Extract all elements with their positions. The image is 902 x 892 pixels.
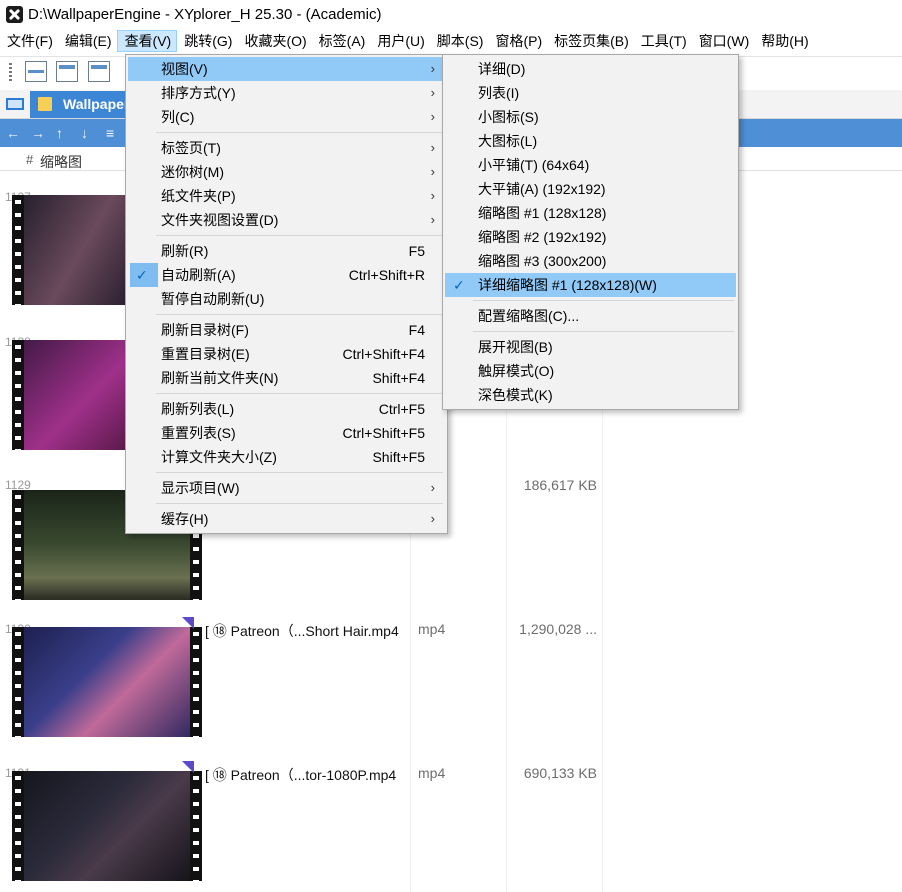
- video-thumbnail[interactable]: [12, 771, 202, 881]
- view-submenu: 详细(D) 列表(I) 小图标(S) 大图标(L) 小平铺(T) (64x64)…: [442, 54, 739, 410]
- check-icon: ✓: [453, 277, 465, 293]
- view-option-thumbnails-3[interactable]: 缩略图 #3 (300x200): [445, 249, 736, 273]
- check-icon: ✓: [136, 267, 148, 283]
- window-title: D:\WallpaperEngine - XYplorer_H 25.30 - …: [28, 6, 382, 23]
- view-option-list[interactable]: 列表(I): [445, 81, 736, 105]
- view-menu-item-auto-refresh[interactable]: ✓ 自动刷新(A) Ctrl+Shift+R: [128, 263, 445, 287]
- view-menu-item-pause-auto-refresh[interactable]: 暂停自动刷新(U): [128, 287, 445, 311]
- view-option-dark-mode[interactable]: 深色模式(K): [445, 383, 736, 407]
- title-bar: D:\WallpaperEngine - XYplorer_H 25.30 - …: [0, 0, 902, 30]
- view-option-small-icons[interactable]: 小图标(S): [445, 105, 736, 129]
- view-menu-item-reset-tree[interactable]: 重置目录树(E) Ctrl+Shift+F4: [128, 342, 445, 366]
- layout-single-pane-button[interactable]: [25, 61, 47, 82]
- view-menu: 视图(V) › 排序方式(Y) › 列(C) › 标签页(T) › 迷你树(M) › 纸文…: [125, 54, 448, 534]
- view-menu-item-refresh-tree[interactable]: 刷新目录树(F) F4: [128, 318, 445, 342]
- view-option-large-tiles[interactable]: 大平铺(A) (192x192): [445, 177, 736, 201]
- view-menu-item-calc-folder-size[interactable]: 计算文件夹大小(Z) Shift+F5: [128, 445, 445, 469]
- menu-view[interactable]: 查看(V): [116, 30, 178, 52]
- view-menu-item-folder-view-settings[interactable]: 文件夹视图设置(D) ›: [128, 208, 445, 232]
- layout-tree-pane-button[interactable]: [56, 61, 78, 82]
- menu-favorites[interactable]: 收藏夹(O): [237, 30, 311, 52]
- file-name[interactable]: [ ⑱ Patreon（...tor-1080P.mp4: [205, 765, 396, 785]
- view-menu-item-sort[interactable]: 排序方式(Y) ›: [128, 81, 445, 105]
- layout-dual-pane-button[interactable]: [88, 61, 110, 82]
- menu-edit[interactable]: 编辑(E): [58, 30, 117, 52]
- view-option-expanded-view[interactable]: 展开视图(B): [445, 335, 736, 359]
- menu-tabsets[interactable]: 标签页集(B): [547, 30, 634, 52]
- up-arrow-icon[interactable]: ↑: [56, 125, 63, 141]
- view-menu-item-reset-list[interactable]: 重置列表(S) Ctrl+Shift+F5: [128, 421, 445, 445]
- corner-marker-icon: [182, 761, 194, 773]
- view-menu-item-cache[interactable]: 缓存(H) ›: [128, 507, 445, 531]
- menu-tags[interactable]: 标签(A): [312, 30, 371, 52]
- view-option-large-icons[interactable]: 大图标(L): [445, 129, 736, 153]
- hamburger-menu-icon[interactable]: ≡: [106, 125, 114, 141]
- menu-user[interactable]: 用户(U): [370, 30, 429, 52]
- down-arrow-icon[interactable]: ↓: [81, 125, 88, 141]
- column-header-thumbnail[interactable]: 缩略图: [40, 152, 82, 172]
- menu-panes[interactable]: 窗格(P): [488, 30, 547, 52]
- view-menu-item-columns[interactable]: 列(C) ›: [128, 105, 445, 129]
- view-option-details[interactable]: 详细(D): [445, 57, 736, 81]
- menu-go[interactable]: 跳转(G): [177, 30, 237, 52]
- view-option-small-tiles[interactable]: 小平铺(T) (64x64): [445, 153, 736, 177]
- view-menu-item-paper-folders[interactable]: 纸文件夹(P) ›: [128, 184, 445, 208]
- view-menu-item-refresh[interactable]: 刷新(R) F5: [128, 239, 445, 263]
- folder-icon: [38, 97, 52, 111]
- view-menu-item-tabs[interactable]: 标签页(T) ›: [128, 136, 445, 160]
- menu-bar: 文件(F) 编辑(E) 查看(V) 跳转(G) 收藏夹(O) 标签(A) 用户(…: [0, 30, 902, 54]
- view-menu-item-minitree[interactable]: 迷你树(M) ›: [128, 160, 445, 184]
- xyplorer-logo-icon: [6, 6, 23, 23]
- menu-file[interactable]: 文件(F): [0, 30, 58, 52]
- view-menu-item-show-items[interactable]: 显示项目(W) ›: [128, 476, 445, 500]
- view-option-thumbnails-2[interactable]: 缩略图 #2 (192x192): [445, 225, 736, 249]
- monitor-icon[interactable]: [6, 98, 24, 110]
- file-type: mp4: [418, 621, 446, 637]
- view-option-touch-mode[interactable]: 触屏模式(O): [445, 359, 736, 383]
- column-header-index[interactable]: #: [26, 152, 33, 167]
- file-type: mp4: [418, 765, 446, 781]
- tab-wallpaper[interactable]: Wallpaper: [30, 91, 130, 118]
- back-arrow-icon[interactable]: ←: [6, 125, 20, 141]
- file-size: 186,617 KB: [523, 477, 597, 493]
- menu-script[interactable]: 脚本(S): [430, 30, 489, 52]
- view-menu-item-refresh-current-folder[interactable]: 刷新当前文件夹(N) Shift+F4: [128, 366, 445, 390]
- view-option-thumbnails-1[interactable]: 缩略图 #1 (128x128): [445, 201, 736, 225]
- toolbar-grip[interactable]: [9, 63, 12, 81]
- view-menu-item-refresh-list[interactable]: 刷新列表(L) Ctrl+F5: [128, 397, 445, 421]
- menu-help[interactable]: 帮助(H): [754, 30, 813, 52]
- tab-label: Wallpaper: [63, 96, 130, 112]
- view-option-details-thumbnails-1[interactable]: ✓ 详细缩略图 #1 (128x128)(W): [445, 273, 736, 297]
- corner-marker-icon: [182, 617, 194, 629]
- file-size: 1,290,028 ...: [519, 621, 597, 637]
- view-menu-item-view[interactable]: 视图(V) ›: [128, 57, 445, 81]
- menu-window[interactable]: 窗口(W): [692, 30, 755, 52]
- view-option-configure-thumbnails[interactable]: 配置缩略图(C)...: [445, 304, 736, 328]
- file-size: 690,133 KB: [523, 765, 597, 781]
- file-name[interactable]: [ ⑱ Patreon（...Short Hair.mp4: [205, 621, 399, 641]
- forward-arrow-icon[interactable]: →: [31, 125, 45, 141]
- menu-tools[interactable]: 工具(T): [634, 30, 692, 52]
- video-thumbnail[interactable]: [12, 627, 202, 737]
